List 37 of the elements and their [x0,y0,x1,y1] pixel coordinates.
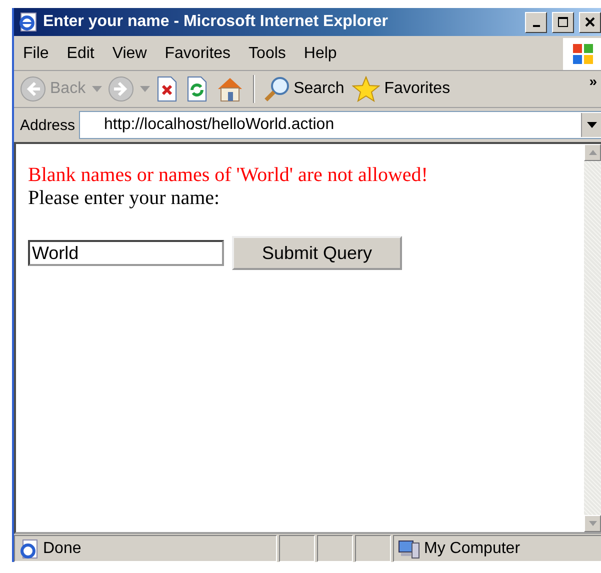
address-label: Address [20,116,76,134]
menu-item[interactable]: File [14,45,58,63]
menu-item[interactable]: Help [294,45,346,63]
error-message: Blank names or names of 'World' are not allowed! [28,164,429,187]
dropdown-arrow-icon[interactable] [587,122,597,128]
maximize-button[interactable] [552,12,574,32]
zone-text: My Computer [424,540,520,558]
close-button[interactable] [579,12,601,32]
minimize-button[interactable] [525,12,547,32]
status-bar-panel [279,535,315,562]
status-bar-panel [317,535,353,562]
flag-logo-icon [571,42,595,66]
maximize-icon [557,16,569,28]
search-button[interactable]: Search [262,74,346,104]
menu-item[interactable]: Tools [240,45,295,63]
browser-logo-icon [18,12,38,32]
status-text: Done [43,540,82,558]
toolbar-overflow-button[interactable]: » [583,71,601,91]
star-icon [352,76,380,102]
submit-button[interactable]: Submit Query [232,236,402,270]
name-input-field[interactable]: World [28,240,224,266]
refresh-icon [186,76,208,102]
magnifier-icon [264,76,290,102]
address-field[interactable]: http://localhost/helloWorld.action [79,111,601,139]
name-prompt: Please enter your name: [28,187,221,210]
menu-item[interactable]: Favorites [156,45,240,63]
favorites-button[interactable]: Favorites [350,74,452,104]
computer-icon [398,538,420,558]
stop-icon [156,76,178,102]
menu-item[interactable]: Edit [58,45,104,63]
page-icon [19,538,39,558]
house-icon [216,76,244,102]
window-title: Enter your name - Microsoft Internet Explorer [43,13,389,31]
status-bar-panel [355,535,391,562]
minimize-icon [532,25,540,27]
close-icon [584,16,596,28]
menu-item[interactable]: View [103,45,156,63]
